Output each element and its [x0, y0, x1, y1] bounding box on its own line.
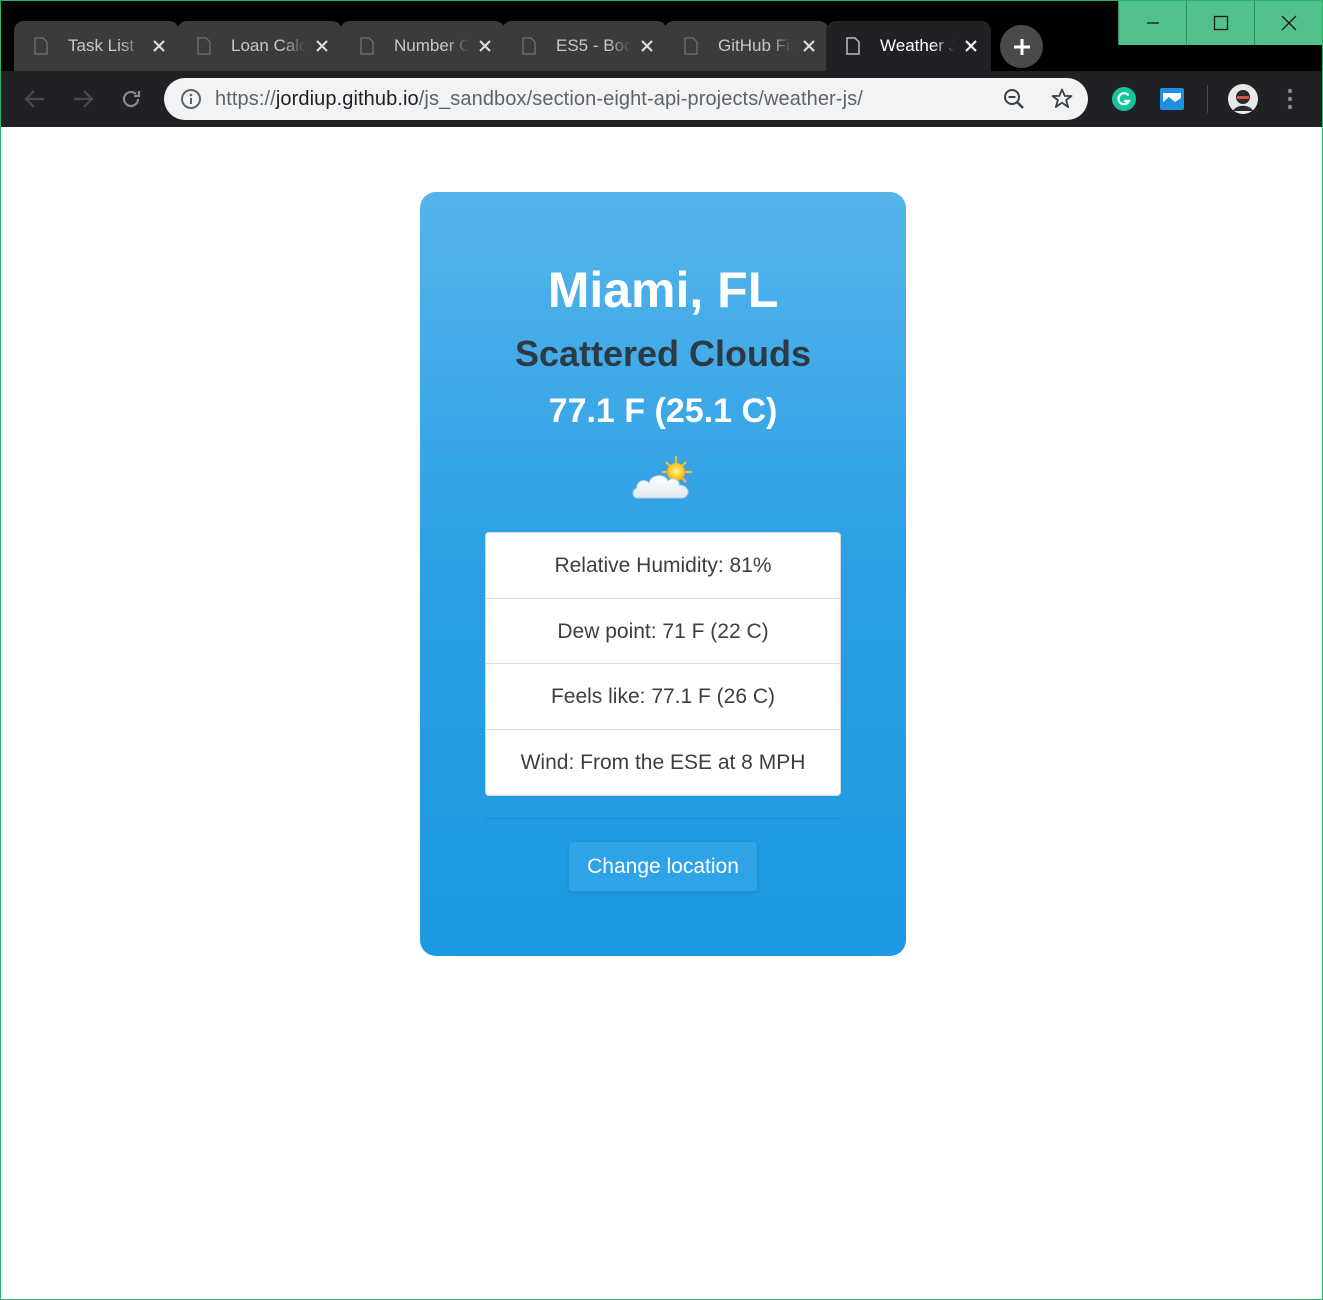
reload-button[interactable]	[116, 84, 146, 114]
tab-weather-js[interactable]: Weather JS	[826, 21, 991, 71]
change-location-button[interactable]: Change location	[568, 841, 758, 892]
forward-button[interactable]	[68, 84, 98, 114]
tab-title: Task List	[68, 36, 135, 55]
menu-icon	[1287, 88, 1293, 110]
close-icon[interactable]	[312, 36, 332, 56]
humidity-item: Relative Humidity: 81%	[486, 533, 840, 599]
close-icon[interactable]	[799, 36, 819, 56]
browser-window: Task List Loan Calculator Number Guesser…	[0, 0, 1323, 1300]
tab-strip: Task List Loan Calculator Number Guesser…	[1, 1, 1322, 71]
minimize-button[interactable]	[1118, 1, 1186, 45]
weather-card: Miami, FL Scattered Clouds 77.1 F (25.1 …	[420, 192, 906, 956]
back-button[interactable]	[20, 84, 50, 114]
dewpoint-item: Dew point: 71 F (22 C)	[486, 599, 840, 664]
plus-icon	[1013, 38, 1030, 55]
tab-title: Loan Calculator	[231, 36, 306, 55]
reload-icon	[122, 90, 141, 108]
close-window-button[interactable]	[1254, 1, 1322, 45]
weather-location: Miami, FL	[547, 262, 779, 318]
minimize-icon	[1146, 22, 1159, 24]
zoom-icon[interactable]	[1002, 87, 1026, 111]
page-icon	[846, 37, 860, 55]
page-icon	[684, 37, 698, 55]
tab-title: Number Guesser	[394, 36, 469, 55]
feels-like-item: Feels like: 77.1 F (26 C)	[486, 664, 840, 730]
divider	[485, 818, 841, 819]
window-extension[interactable]	[1160, 88, 1184, 115]
partly-cloudy-icon	[632, 455, 693, 499]
tab-title: Weather JS	[880, 36, 955, 55]
new-tab-button[interactable]	[1000, 25, 1043, 68]
tab-title: ES5 - Book List	[556, 36, 631, 55]
url-scheme: https://	[215, 88, 276, 110]
window-controls	[1118, 1, 1322, 45]
weather-temperature: 77.1 F (25.1 C)	[548, 392, 778, 430]
close-icon	[1281, 15, 1296, 31]
page-icon	[34, 37, 48, 55]
tab-title: GitHub Finder	[718, 36, 793, 55]
maximize-button[interactable]	[1186, 1, 1254, 45]
close-icon[interactable]	[961, 36, 981, 56]
url-text[interactable]: https://jordiup.github.io/js_sandbox/sec…	[215, 88, 863, 111]
address-bar[interactable]: https://jordiup.github.io/js_sandbox/sec…	[164, 78, 1088, 120]
page-icon	[197, 37, 211, 55]
profile-button[interactable]	[1228, 84, 1258, 119]
tab-loan-calculator[interactable]: Loan Calculator	[177, 21, 344, 71]
wind-item: Wind: From the ESE at 8 MPH	[520, 750, 806, 774]
grammarly-icon	[1112, 87, 1136, 111]
page-icon	[360, 37, 374, 55]
info-icon[interactable]	[180, 88, 202, 110]
menu-button[interactable]	[1282, 87, 1298, 116]
toolbar-separator	[1207, 85, 1208, 113]
back-icon	[24, 90, 44, 108]
close-icon[interactable]	[475, 36, 495, 56]
forward-icon	[74, 90, 94, 108]
tab-task-list[interactable]: Task List	[14, 21, 181, 71]
close-icon[interactable]	[149, 36, 169, 56]
star-icon[interactable]	[1050, 87, 1074, 111]
url-path: /js_sandbox/section-eight-api-projects/w…	[418, 88, 863, 110]
browser-toolbar: https://jordiup.github.io/js_sandbox/sec…	[1, 71, 1322, 127]
weather-details-list: Relative Humidity: 81% Dew point: 71 F (…	[485, 532, 841, 796]
page-icon	[522, 37, 536, 55]
url-host: jordiup.github.io	[275, 88, 419, 110]
tab-es5-book-list[interactable]: ES5 - Book List	[502, 21, 669, 71]
maximize-icon	[1213, 15, 1228, 31]
weather-description: Scattered Clouds	[514, 333, 812, 374]
tab-github-finder[interactable]: GitHub Finder	[664, 21, 829, 71]
tab-number-guesser[interactable]: Number Guesser	[340, 21, 507, 71]
profile-avatar-icon	[1228, 84, 1258, 114]
close-icon[interactable]	[637, 36, 657, 56]
extension-icon	[1160, 88, 1184, 110]
grammarly-extension[interactable]	[1112, 87, 1136, 116]
